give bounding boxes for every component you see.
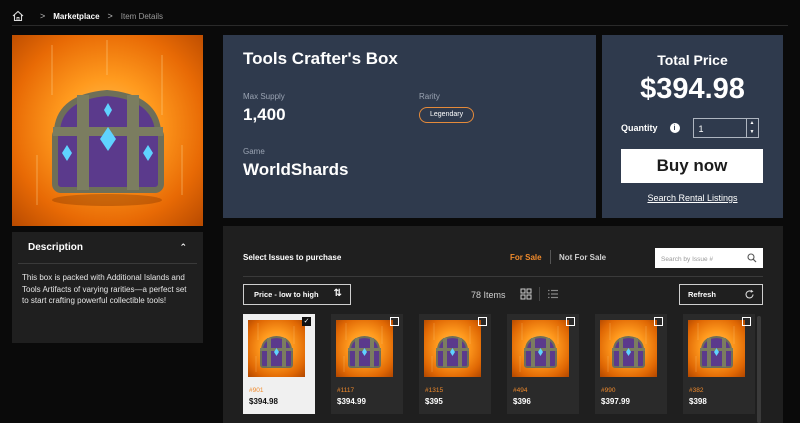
checkbox[interactable] xyxy=(566,317,575,326)
issue-number: #494 xyxy=(513,387,528,394)
issue-card[interactable]: #382 $398 xyxy=(683,314,755,414)
increment-icon[interactable]: ▲ xyxy=(747,119,758,128)
issues-title: Select Issues to purchase xyxy=(243,253,342,262)
rarity-badge: Legendary xyxy=(419,107,475,123)
issue-card[interactable]: #1315 $395 xyxy=(419,314,491,414)
issue-price: $397.99 xyxy=(601,397,630,406)
issue-thumbnail xyxy=(512,320,569,377)
search-icon[interactable] xyxy=(747,253,757,263)
description-panel: Description ⌃ This box is packed with Ad… xyxy=(12,232,203,343)
chevron-right-icon: > xyxy=(40,11,46,21)
list-view-icon[interactable] xyxy=(547,288,559,300)
max-supply-label: Max Supply xyxy=(243,92,285,101)
divider xyxy=(12,25,788,26)
description-text: This box is packed with Additional Islan… xyxy=(22,273,187,305)
checkbox[interactable] xyxy=(390,317,399,326)
issue-price: $396 xyxy=(513,397,531,406)
sort-dropdown[interactable]: Price - low to high ⇅ xyxy=(243,284,351,305)
issue-price: $394.99 xyxy=(337,397,366,406)
issue-thumbnail xyxy=(600,320,657,377)
tab-divider xyxy=(550,250,551,264)
issue-thumbnail xyxy=(248,320,305,377)
game-value[interactable]: WorldShards xyxy=(243,160,348,180)
issues-panel: Select Issues to purchase For Sale Not F… xyxy=(223,226,783,423)
description-header[interactable]: Description ⌃ xyxy=(18,232,197,264)
issue-search-input[interactable] xyxy=(655,249,745,270)
total-price-value: $394.98 xyxy=(640,73,745,105)
issue-thumbnail xyxy=(424,320,481,377)
tab-for-sale[interactable]: For Sale xyxy=(510,253,542,262)
chevron-up-icon[interactable]: ⌃ xyxy=(179,242,187,253)
issue-card[interactable]: ✓ #901 $394.98 xyxy=(243,314,315,414)
home-icon[interactable] xyxy=(12,10,24,22)
issue-search-box[interactable] xyxy=(655,248,763,270)
item-title: Tools Crafter's Box xyxy=(243,49,398,68)
breadcrumb: > Marketplace > Item Details xyxy=(12,9,163,23)
checkbox[interactable] xyxy=(742,317,751,326)
issue-number: #1315 xyxy=(425,387,444,394)
refresh-icon xyxy=(745,289,754,299)
game-label: Game xyxy=(243,147,265,156)
sort-arrows-icon: ⇅ xyxy=(333,288,342,299)
quantity-label: Quantity xyxy=(621,123,658,133)
item-count: 78 Items xyxy=(471,290,506,300)
issue-price: $394.98 xyxy=(249,397,278,406)
info-icon[interactable]: i xyxy=(669,123,680,133)
quantity-stepper[interactable]: ▲ ▼ xyxy=(692,118,759,138)
price-panel: Total Price $394.98 Quantity i ▲ ▼ Buy n… xyxy=(602,35,783,218)
quantity-row: Quantity i ▲ ▼ xyxy=(621,118,759,138)
issue-number: #990 xyxy=(601,387,616,394)
chevron-right-icon: > xyxy=(107,11,113,21)
divider xyxy=(539,287,540,301)
total-price-label: Total Price xyxy=(657,52,728,68)
issue-card[interactable]: #990 $397.99 xyxy=(595,314,667,414)
issue-number: #382 xyxy=(689,387,704,394)
quantity-input[interactable] xyxy=(693,120,742,138)
item-info-panel: Tools Crafter's Box Max Supply 1,400 Rar… xyxy=(223,35,596,218)
buy-now-button[interactable]: Buy now xyxy=(621,149,763,183)
issue-price: $398 xyxy=(689,397,707,406)
treasure-chest-illustration xyxy=(36,40,183,206)
issue-card[interactable]: #1117 $394.99 xyxy=(331,314,403,414)
refresh-button[interactable]: Refresh xyxy=(679,284,763,305)
issue-number: #1117 xyxy=(337,387,355,394)
issue-thumbnail xyxy=(336,320,393,377)
search-rental-listings-link[interactable]: Search Rental Listings xyxy=(602,193,783,203)
description-heading: Description xyxy=(28,242,84,253)
grid-view-icon[interactable] xyxy=(520,288,532,300)
issue-thumbnail xyxy=(688,320,745,377)
divider xyxy=(243,276,763,277)
max-supply-value: 1,400 xyxy=(243,105,286,124)
issue-cards: ✓ #901 $394.98 #1117 $394.99 #1315 $395 … xyxy=(243,314,758,423)
tab-not-for-sale[interactable]: Not For Sale xyxy=(559,253,606,262)
breadcrumb-marketplace[interactable]: Marketplace xyxy=(53,12,99,21)
scrollbar[interactable] xyxy=(757,316,761,423)
item-image xyxy=(12,35,203,226)
check-icon[interactable]: ✓ xyxy=(302,317,311,326)
sort-label: Price - low to high xyxy=(254,290,319,299)
rarity-label: Rarity xyxy=(419,92,440,101)
breadcrumb-item-details: Item Details xyxy=(120,11,164,21)
issue-price: $395 xyxy=(425,397,443,406)
checkbox[interactable] xyxy=(654,317,663,326)
decrement-icon[interactable]: ▼ xyxy=(747,128,758,137)
refresh-label: Refresh xyxy=(688,290,716,299)
issue-card[interactable]: #494 $396 xyxy=(507,314,579,414)
issue-number: #901 xyxy=(249,387,264,394)
quantity-spinner[interactable]: ▲ ▼ xyxy=(745,119,758,137)
checkbox[interactable] xyxy=(478,317,487,326)
